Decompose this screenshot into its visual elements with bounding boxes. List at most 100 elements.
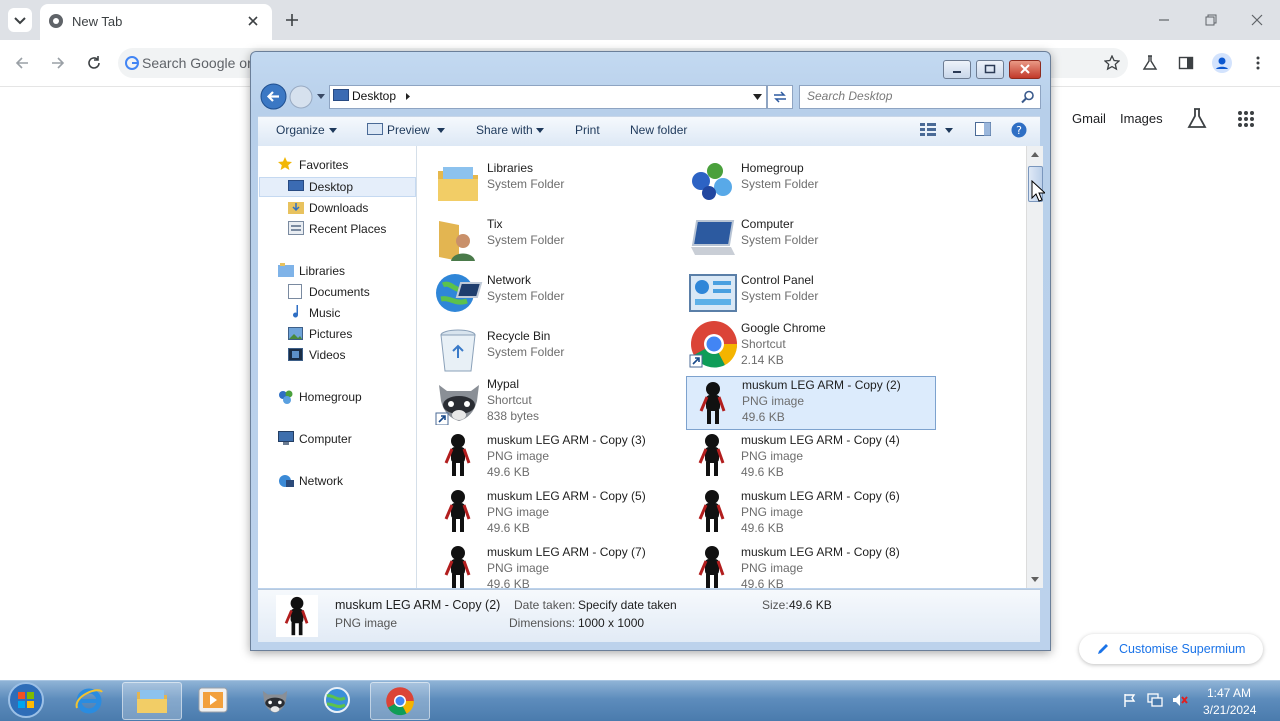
figure-icon [698,546,725,588]
taskbar-chrome[interactable] [370,682,430,720]
taskbar-media-player[interactable] [184,682,242,718]
search-box[interactable]: Search Desktop [799,85,1041,109]
help-icon[interactable]: ? [1011,122,1027,138]
nav-videos[interactable]: Videos [309,348,345,362]
list-item[interactable]: Computer System Folder [689,217,939,269]
labs-flask-icon[interactable] [1186,107,1208,129]
new-tab-icon[interactable] [284,12,300,28]
action-center-flag-icon[interactable] [1123,693,1137,707]
reload-icon[interactable] [86,55,102,71]
labs-flask-icon[interactable] [1142,55,1158,71]
list-item[interactable]: muskum LEG ARM - Copy (5) PNG image 49.6… [435,489,685,541]
history-dropdown-icon[interactable] [316,93,326,101]
list-item[interactable]: muskum LEG ARM - Copy (8) PNG image 49.6… [689,545,939,588]
chrome-icon [386,687,414,716]
taskbar-network-browser[interactable] [308,682,366,718]
new-folder-button[interactable]: New folder [630,123,687,137]
search-icon [1021,90,1034,104]
close-icon[interactable] [1251,14,1263,26]
volume-muted-icon[interactable] [1172,692,1188,708]
organize-menu[interactable]: Organize [276,123,325,137]
view-options-icon[interactable] [920,123,936,136]
scroll-up-icon[interactable] [1030,150,1040,158]
date-taken-value[interactable]: Specify date taken [578,598,677,612]
nav-recent-places[interactable]: Recent Places [309,222,386,236]
share-with-menu[interactable]: Share with [476,123,533,137]
side-panel-icon[interactable] [1178,55,1194,71]
list-item[interactable]: Libraries System Folder [435,161,685,213]
recycle-bin-icon [440,329,476,372]
nav-music[interactable]: Music [309,306,340,320]
nav-pictures[interactable]: Pictures [309,327,352,341]
minimize-icon[interactable] [1158,14,1170,26]
list-item[interactable]: Recycle Bin System Folder [435,329,685,381]
tab-search-button[interactable] [8,8,32,32]
vertical-scrollbar[interactable] [1026,146,1043,588]
network-tray-icon[interactable] [1147,692,1163,708]
list-item[interactable]: Google Chrome Shortcut 2.14 KB [689,321,939,373]
menu-kebab-icon[interactable] [1250,55,1266,71]
back-arrow-icon[interactable] [260,83,287,110]
taskbar-explorer[interactable] [122,682,182,720]
list-item[interactable]: muskum LEG ARM - Copy (3) PNG image 49.6… [435,433,685,485]
clock-date[interactable]: 3/21/2024 [1203,703,1256,717]
taskbar-mypal[interactable] [246,682,304,718]
network-icon [436,274,483,312]
network-icon [279,475,294,487]
close-tab-icon[interactable] [246,14,260,28]
window-minimize-button[interactable] [943,60,971,79]
forward-arrow-icon[interactable] [289,85,313,109]
bookmark-star-icon[interactable] [1104,55,1120,71]
list-item[interactable]: Control Panel System Folder [689,273,939,325]
start-orb-icon[interactable] [6,681,46,719]
list-item[interactable]: muskum LEG ARM - Copy (7) PNG image 49.6… [435,545,685,588]
libraries-icon [438,167,478,201]
nav-computer[interactable]: Computer [299,432,352,446]
list-item[interactable]: Tix System Folder [435,217,685,269]
globe-icon [324,687,350,713]
restore-icon[interactable] [1205,14,1217,26]
address-bar[interactable]: Desktop [329,85,767,109]
recent-places-icon [288,221,304,235]
media-player-icon [198,687,228,713]
list-item[interactable]: Network System Folder [435,273,685,325]
breadcrumb-arrow-icon[interactable] [405,92,411,101]
mouse-cursor-icon [1031,180,1045,202]
clock-time[interactable]: 1:47 AM [1207,686,1251,700]
taskbar-ie[interactable] [60,682,118,718]
view-chevron-icon[interactable] [945,128,953,133]
nav-homegroup[interactable]: Homegroup [299,390,362,404]
browser-tab[interactable]: New Tab [40,4,272,40]
window-maximize-button[interactable] [976,60,1004,79]
nav-favorites[interactable]: Favorites [299,158,348,172]
images-link[interactable]: Images [1120,111,1163,126]
nav-libraries[interactable]: Libraries [299,264,345,278]
preview-pane-icon[interactable] [975,122,991,136]
window-close-button[interactable] [1009,60,1041,79]
list-item[interactable]: Mypal Shortcut 838 bytes [435,377,685,429]
scroll-down-icon[interactable] [1030,576,1040,584]
list-item[interactable]: Homegroup System Folder [689,161,939,213]
profile-avatar-icon[interactable] [1212,53,1232,73]
customise-button[interactable]: Customise Supermium [1079,634,1263,664]
nav-downloads[interactable]: Downloads [309,201,368,215]
nav-item-desktop-selected[interactable]: Desktop [259,177,416,197]
forward-icon[interactable] [50,55,66,71]
apps-grid-icon[interactable] [1237,110,1255,128]
address-dropdown-icon[interactable] [753,94,762,100]
back-icon[interactable] [14,55,30,71]
refresh-button[interactable] [767,85,793,109]
list-item[interactable]: muskum LEG ARM - Copy (4) PNG image 49.6… [689,433,939,485]
print-button[interactable]: Print [575,123,600,137]
list-item-selected[interactable]: muskum LEG ARM - Copy (2) PNG image 49.6… [686,376,936,430]
list-item[interactable]: muskum LEG ARM - Copy (6) PNG image 49.6… [689,489,939,541]
nav-documents[interactable]: Documents [309,285,370,299]
chevron-down-icon [14,17,26,25]
nav-network[interactable]: Network [299,474,343,488]
share-chevron-icon [536,128,544,133]
dimensions-label: Dimensions: [509,616,576,630]
preview-menu[interactable]: Preview [387,123,430,137]
gmail-link[interactable]: Gmail [1072,111,1106,126]
computer-icon [278,431,294,445]
figure-icon [276,595,318,637]
